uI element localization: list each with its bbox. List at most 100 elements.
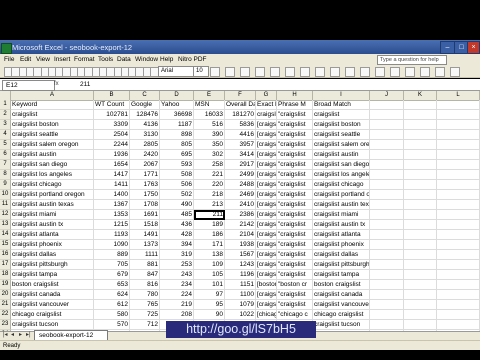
row-header[interactable]: 2 bbox=[0, 110, 11, 120]
table-cell[interactable]: [craigslist bbox=[256, 250, 277, 260]
table-cell[interactable]: [craigslist bbox=[256, 190, 277, 200]
table-cell[interactable]: craigslist boston bbox=[313, 120, 370, 130]
table-cell[interactable]: [craigslist bbox=[256, 130, 277, 140]
row-header[interactable]: 12 bbox=[0, 210, 11, 220]
table-cell[interactable] bbox=[404, 230, 437, 240]
table-cell[interactable]: 3309 bbox=[94, 120, 130, 130]
table-cell[interactable] bbox=[404, 270, 437, 280]
table-cell[interactable]: craigslist canada bbox=[313, 290, 370, 300]
font-size-select[interactable]: 10 bbox=[193, 66, 209, 77]
table-cell[interactable]: craigslist tucson bbox=[11, 320, 94, 330]
row-header[interactable]: 5 bbox=[0, 140, 11, 150]
table-cell[interactable] bbox=[404, 210, 437, 220]
table-cell[interactable] bbox=[370, 110, 404, 120]
table-cell[interactable]: 253 bbox=[160, 260, 194, 270]
table-cell[interactable]: craigslist pittsburgh bbox=[11, 260, 94, 270]
table-cell[interactable] bbox=[437, 170, 480, 180]
table-cell[interactable]: craigslist austin texas bbox=[11, 200, 94, 210]
table-cell[interactable]: craigslist atlanta bbox=[313, 230, 370, 240]
table-cell[interactable]: 16033 bbox=[194, 110, 225, 120]
table-cell[interactable]: 221 bbox=[194, 170, 225, 180]
row-header[interactable]: 4 bbox=[0, 130, 11, 140]
align-left-icon[interactable] bbox=[255, 67, 265, 77]
table-cell[interactable]: craigslist phoenix bbox=[313, 240, 370, 250]
row-header[interactable]: 17 bbox=[0, 260, 11, 270]
table-cell[interactable] bbox=[437, 110, 480, 120]
table-cell[interactable] bbox=[437, 210, 480, 220]
table-cell[interactable]: 436 bbox=[160, 220, 194, 230]
table-cell[interactable] bbox=[437, 250, 480, 260]
table-cell[interactable] bbox=[437, 300, 480, 310]
table-cell[interactable] bbox=[437, 310, 480, 320]
table-cell[interactable]: 570 bbox=[94, 320, 130, 330]
table-cell[interactable]: "craigslist bbox=[277, 140, 313, 150]
table-cell[interactable]: 1187 bbox=[160, 120, 194, 130]
table-cell[interactable]: 2917 bbox=[225, 160, 256, 170]
table-cell[interactable]: 2499 bbox=[225, 170, 256, 180]
table-cell[interactable]: craigslist salem oregon bbox=[11, 140, 94, 150]
table-cell[interactable]: craigslist san diego bbox=[313, 160, 370, 170]
table-cell[interactable]: 2142 bbox=[225, 220, 256, 230]
table-cell[interactable] bbox=[404, 120, 437, 130]
table-cell[interactable]: 1771 bbox=[130, 170, 160, 180]
table-cell[interactable]: 490 bbox=[160, 200, 194, 210]
table-cell[interactable]: 3130 bbox=[130, 130, 160, 140]
table-cell[interactable]: "craigslist bbox=[277, 300, 313, 310]
table-cell[interactable] bbox=[437, 100, 480, 110]
table-cell[interactable]: [chicago c bbox=[256, 310, 277, 320]
table-cell[interactable] bbox=[437, 280, 480, 290]
table-cell[interactable]: 780 bbox=[130, 290, 160, 300]
table-cell[interactable] bbox=[404, 310, 437, 320]
table-cell[interactable]: 612 bbox=[94, 300, 130, 310]
align-right-icon[interactable] bbox=[285, 67, 295, 77]
underline-icon[interactable] bbox=[240, 67, 250, 77]
table-cell[interactable]: craigslist miami bbox=[313, 210, 370, 220]
table-cell[interactable] bbox=[437, 240, 480, 250]
table-cell[interactable] bbox=[370, 280, 404, 290]
table-cell[interactable]: craigslist austin bbox=[11, 150, 94, 160]
bold-icon[interactable] bbox=[210, 67, 220, 77]
table-cell[interactable]: "craigslist bbox=[277, 190, 313, 200]
table-cell[interactable]: 508 bbox=[160, 170, 194, 180]
table-cell[interactable]: 189 bbox=[194, 220, 225, 230]
table-cell[interactable]: craigslist austin texas bbox=[313, 200, 370, 210]
table-cell[interactable] bbox=[370, 140, 404, 150]
table-cell[interactable]: craigslist portland oregon bbox=[313, 190, 370, 200]
table-cell[interactable]: Broad Match bbox=[313, 100, 370, 110]
table-cell[interactable] bbox=[404, 250, 437, 260]
table-cell[interactable]: 516 bbox=[194, 120, 225, 130]
table-cell[interactable]: 105 bbox=[194, 270, 225, 280]
table-cell[interactable]: craigslist los angeles bbox=[313, 170, 370, 180]
table-cell[interactable]: [craigslist bbox=[256, 150, 277, 160]
row-header[interactable]: 3 bbox=[0, 120, 11, 130]
table-cell[interactable]: 224 bbox=[160, 290, 194, 300]
table-cell[interactable]: "craigslist bbox=[277, 110, 313, 120]
table-cell[interactable]: 95 bbox=[194, 300, 225, 310]
table-cell[interactable]: [craigslist bbox=[256, 200, 277, 210]
table-cell[interactable] bbox=[404, 240, 437, 250]
table-cell[interactable]: 1193 bbox=[94, 230, 130, 240]
table-cell[interactable] bbox=[370, 260, 404, 270]
table-cell[interactable]: Exact Ma bbox=[256, 100, 277, 110]
next-sheet-icon[interactable]: ▸ bbox=[19, 332, 26, 339]
table-cell[interactable] bbox=[370, 300, 404, 310]
table-cell[interactable]: 2488 bbox=[225, 180, 256, 190]
table-cell[interactable] bbox=[437, 140, 480, 150]
table-cell[interactable]: [craigslist bbox=[256, 170, 277, 180]
table-cell[interactable]: 1518 bbox=[130, 220, 160, 230]
table-cell[interactable]: craigslist austin tx bbox=[313, 220, 370, 230]
table-cell[interactable]: [craigslist bbox=[256, 220, 277, 230]
table-cell[interactable] bbox=[404, 320, 437, 330]
table-cell[interactable]: 109 bbox=[194, 260, 225, 270]
table-cell[interactable]: "craigslist bbox=[277, 150, 313, 160]
table-cell[interactable] bbox=[404, 220, 437, 230]
table-cell[interactable]: craigslist bbox=[11, 110, 94, 120]
menu-item-nitro-pdf[interactable]: Nitro PDF bbox=[178, 54, 207, 65]
table-cell[interactable]: [craigslist bbox=[256, 230, 277, 240]
table-cell[interactable] bbox=[370, 200, 404, 210]
row-header[interactable]: 1 bbox=[0, 100, 11, 110]
row-header[interactable]: 21 bbox=[0, 300, 11, 310]
table-cell[interactable]: craigslist austin tx bbox=[11, 220, 94, 230]
table-cell[interactable]: craigslist seattle bbox=[11, 130, 94, 140]
table-cell[interactable]: 1491 bbox=[130, 230, 160, 240]
